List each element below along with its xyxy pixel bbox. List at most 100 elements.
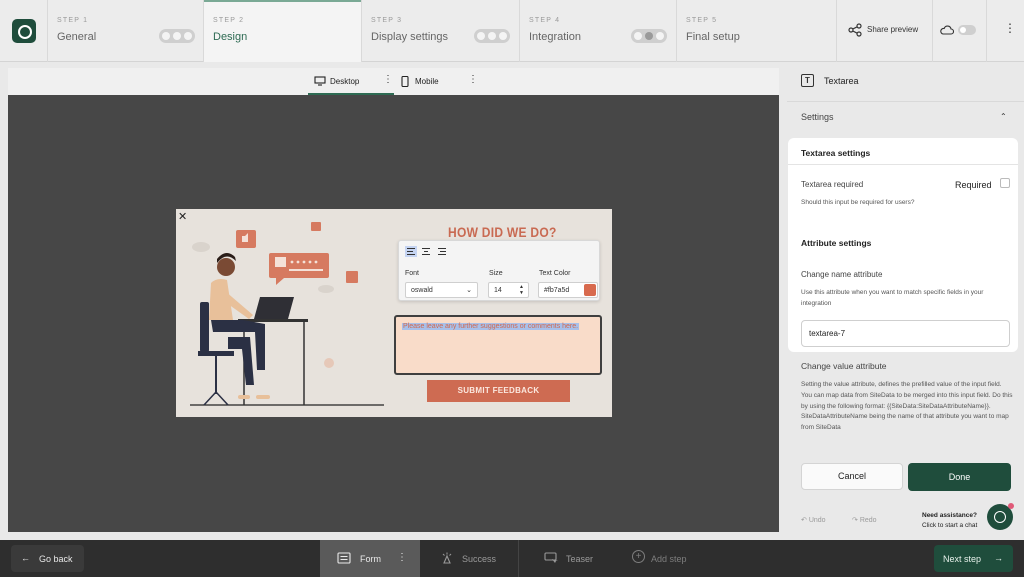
feedback-textarea[interactable]: Please leave any further suggestions or … xyxy=(394,315,602,375)
undo-button[interactable]: ↶ Undo xyxy=(801,516,826,524)
logo-icon xyxy=(12,19,36,43)
form-icon xyxy=(337,552,351,564)
tab-success-label: Success xyxy=(462,554,497,564)
font-label: Font xyxy=(405,270,420,277)
share-preview-label: Share preview xyxy=(867,25,919,34)
tab-desktop[interactable]: Desktop xyxy=(308,68,394,95)
step-number: STEP 4 xyxy=(529,17,561,24)
divider xyxy=(788,164,1018,165)
form-options-icon[interactable]: ⋮ xyxy=(397,552,407,563)
size-stepper[interactable]: 14 ▲ ▼ xyxy=(488,282,529,298)
step-name: Design xyxy=(213,31,248,43)
required-checkbox-label: Required xyxy=(955,180,992,190)
step-number: STEP 5 xyxy=(686,17,718,24)
top-bar: STEP 1 General STEP 2 Design STEP 3 Disp… xyxy=(0,0,1024,62)
panel-title: Textarea xyxy=(824,76,859,86)
mobile-options-icon[interactable]: ⋮ xyxy=(468,74,478,85)
textarea-icon: T xyxy=(801,74,814,87)
tab-form[interactable]: Form ⋮ xyxy=(320,540,420,577)
desktop-icon xyxy=(314,76,326,86)
celebration-icon xyxy=(442,552,452,564)
more-options-button[interactable]: ⋮ xyxy=(986,0,1024,62)
add-step-label: Add step xyxy=(651,554,687,564)
cloud-icon xyxy=(940,25,954,35)
step-name: Display settings xyxy=(371,31,449,43)
redo-icon: ↷ xyxy=(852,517,860,524)
share-preview-button[interactable]: Share preview xyxy=(836,0,932,62)
required-checkbox[interactable] xyxy=(1000,178,1010,188)
settings-section-toggle[interactable]: Settings xyxy=(801,112,834,122)
go-back-button[interactable]: ← Go back xyxy=(11,545,84,572)
step-integration[interactable]: STEP 4 Integration xyxy=(520,0,677,62)
step-final-setup[interactable]: STEP 5 Final setup xyxy=(677,0,836,62)
step-general[interactable]: STEP 1 General xyxy=(48,0,204,62)
settings-card: Textarea settings Textarea required Requ… xyxy=(788,138,1018,352)
font-select-value: oswald xyxy=(411,287,433,294)
text-color-value: #fb7a5d xyxy=(544,287,570,294)
popup-title: HOW DID WE DO? xyxy=(448,224,557,240)
step-name: General xyxy=(57,31,97,43)
settings-panel: T Textarea Settings ⌃ Textarea settings … xyxy=(787,62,1024,540)
assistance-prompt[interactable]: Need assistance? Click to start a chat xyxy=(922,511,977,531)
redo-button[interactable]: ↷ Redo xyxy=(852,516,877,524)
need-assistance-label: Need assistance? xyxy=(922,512,977,519)
font-select[interactable]: oswald ⌄ xyxy=(405,282,478,298)
step-name: Integration xyxy=(529,31,581,43)
textarea-settings-heading: Textarea settings xyxy=(801,148,871,158)
step-number: STEP 3 xyxy=(371,17,403,24)
textarea-placeholder: Please leave any further suggestions or … xyxy=(402,323,580,330)
size-stepper-value: 14 xyxy=(494,287,502,294)
feedback-popup: ✕ HOW DID WE DO? Font Size Text Color os… xyxy=(176,209,612,417)
color-swatch[interactable] xyxy=(584,284,596,296)
bottom-bar: ← Go back Form ⋮ Success Teaser + Add st… xyxy=(0,540,1024,577)
redo-label: Redo xyxy=(859,517,877,524)
align-left-icon[interactable] xyxy=(405,246,417,257)
chat-button[interactable] xyxy=(987,503,1014,530)
textarea-required-label: Textarea required xyxy=(801,180,864,189)
undo-label: Undo xyxy=(808,517,826,524)
step-toggle-dots xyxy=(159,29,195,43)
cancel-button[interactable]: Cancel xyxy=(801,463,903,490)
share-icon xyxy=(848,23,862,37)
stepper-arrows-icon[interactable]: ▲ ▼ xyxy=(519,284,524,296)
change-name-help-text: Use this attribute when you want to matc… xyxy=(801,289,984,307)
tab-mobile[interactable]: Mobile xyxy=(398,68,468,95)
change-value-help-text: Setting the value attribute, defines the… xyxy=(801,381,1013,432)
tab-form-label: Form xyxy=(360,554,381,564)
step-design[interactable]: STEP 2 Design xyxy=(204,0,362,62)
tab-desktop-label: Desktop xyxy=(330,77,360,86)
app-logo[interactable] xyxy=(0,0,48,62)
plus-icon: + xyxy=(632,550,645,563)
device-tabs: Desktop ⋮ Mobile ⋮ xyxy=(8,68,779,95)
name-attribute-input[interactable]: textarea-7 xyxy=(801,320,1010,347)
change-value-attribute-label: Change value attribute xyxy=(801,361,887,371)
go-back-label: Go back xyxy=(39,554,73,564)
arrow-left-icon: ← xyxy=(21,553,30,563)
cloud-sync-toggle[interactable] xyxy=(932,0,986,62)
add-step-button[interactable]: + Add step xyxy=(622,540,712,577)
tab-mobile-label: Mobile xyxy=(415,77,439,86)
sync-toggle-switch[interactable] xyxy=(958,25,976,35)
text-color-label: Text Color xyxy=(539,270,571,277)
illustration-person-at-desk xyxy=(190,222,384,406)
next-step-button[interactable]: Next step → xyxy=(934,545,1013,572)
undo-icon: ↶ xyxy=(801,517,809,524)
panel-header: T Textarea xyxy=(787,62,1024,102)
step-display-settings[interactable]: STEP 3 Display settings xyxy=(362,0,520,62)
align-right-icon[interactable] xyxy=(436,246,448,257)
submit-feedback-button[interactable]: SUBMIT FEEDBACK xyxy=(427,380,570,402)
change-name-attribute-label: Change name attribute xyxy=(801,270,883,279)
chevron-up-icon[interactable]: ⌃ xyxy=(1000,112,1007,121)
tab-teaser-label: Teaser xyxy=(566,554,594,564)
start-chat-label: Click to start a chat xyxy=(922,522,978,529)
tab-success[interactable]: Success xyxy=(420,540,519,577)
align-center-icon[interactable] xyxy=(420,246,432,257)
step-toggle-dots xyxy=(474,29,510,43)
desktop-options-icon[interactable]: ⋮ xyxy=(383,74,393,85)
attribute-settings-heading: Attribute settings xyxy=(801,238,872,248)
done-button[interactable]: Done xyxy=(908,463,1011,491)
required-help-text: Should this input be required for users? xyxy=(801,199,915,206)
step-toggle-dots xyxy=(631,29,667,43)
tab-teaser[interactable]: Teaser xyxy=(520,540,620,577)
step-name: Final setup xyxy=(686,31,740,43)
